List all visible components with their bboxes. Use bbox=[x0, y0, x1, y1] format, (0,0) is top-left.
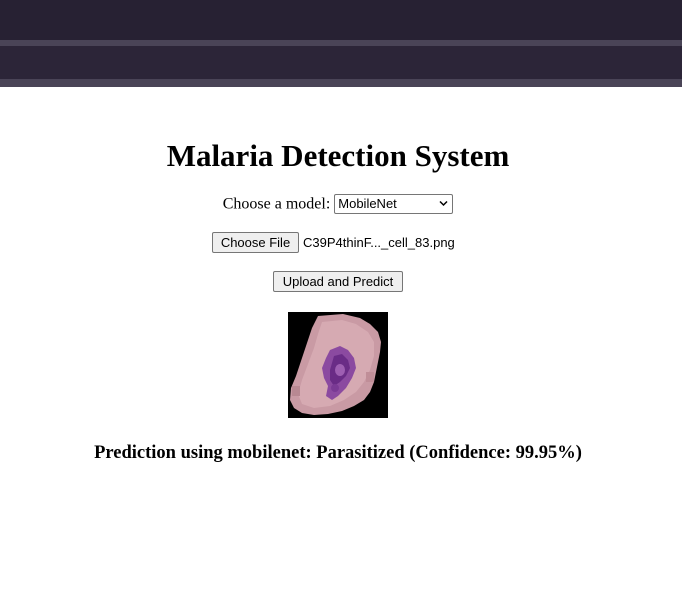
uploaded-cell-image bbox=[288, 312, 388, 418]
choose-file-button[interactable]: Choose File bbox=[212, 232, 299, 253]
chevron-down-icon bbox=[439, 201, 448, 207]
model-select[interactable]: MobileNet bbox=[334, 194, 454, 215]
toolbar-bottom-border bbox=[0, 79, 682, 87]
model-select-label: Choose a model: bbox=[222, 195, 331, 213]
browser-toolbar bbox=[0, 46, 682, 79]
model-select-value: MobileNet bbox=[338, 196, 397, 212]
selected-file-name: C39P4thinF..._cell_83.png bbox=[303, 235, 455, 250]
page-title: Malaria Detection System bbox=[166, 138, 510, 173]
upload-and-predict-button[interactable]: Upload and Predict bbox=[273, 271, 403, 292]
model-select-row: Choose a model: MobileNet bbox=[0, 194, 676, 215]
browser-top-bar bbox=[0, 0, 682, 40]
prediction-result: Prediction using mobilenet: Parasitized … bbox=[94, 443, 582, 463]
